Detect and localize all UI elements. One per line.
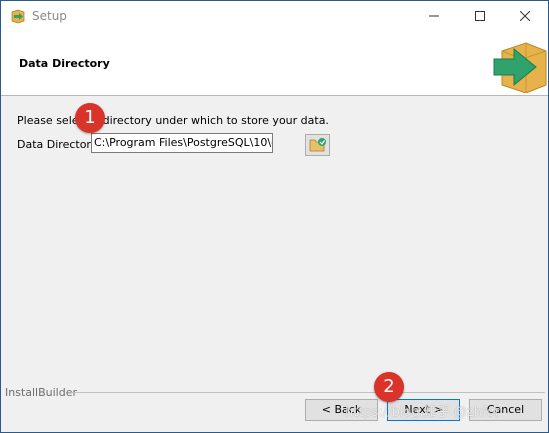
watermark-text: https://blog.知乎 @zhfor xyxy=(345,405,500,420)
minimize-button[interactable] xyxy=(411,1,457,31)
browse-button[interactable] xyxy=(305,134,330,156)
step-2-badge: 2 xyxy=(374,372,404,402)
title-bar[interactable]: Setup xyxy=(1,1,548,31)
data-directory-label: Data Directory xyxy=(17,138,98,151)
window-title: Setup xyxy=(32,9,67,23)
page-header: Data Directory xyxy=(1,31,548,96)
footer-divider xyxy=(71,392,545,393)
installbuilder-label: InstallBuilder xyxy=(5,386,78,399)
minimize-icon xyxy=(429,15,439,17)
close-button[interactable] xyxy=(502,1,548,31)
app-icon xyxy=(10,8,26,24)
instruction-text: Please select a directory under which to… xyxy=(17,114,329,127)
folder-browse-icon xyxy=(309,138,326,152)
setup-window: Setup Data Directory Please select a dir… xyxy=(0,0,549,433)
close-icon xyxy=(520,11,530,21)
maximize-icon xyxy=(475,11,485,21)
installer-box-arrow-icon xyxy=(492,37,548,94)
page-title: Data Directory xyxy=(19,57,110,70)
data-directory-input[interactable]: C:\Program Files\PostgreSQL\10\data xyxy=(91,133,273,153)
step-1-badge: 1 xyxy=(75,103,105,133)
content-panel: Please select a directory under which to… xyxy=(1,96,548,386)
maximize-button[interactable] xyxy=(457,1,503,31)
